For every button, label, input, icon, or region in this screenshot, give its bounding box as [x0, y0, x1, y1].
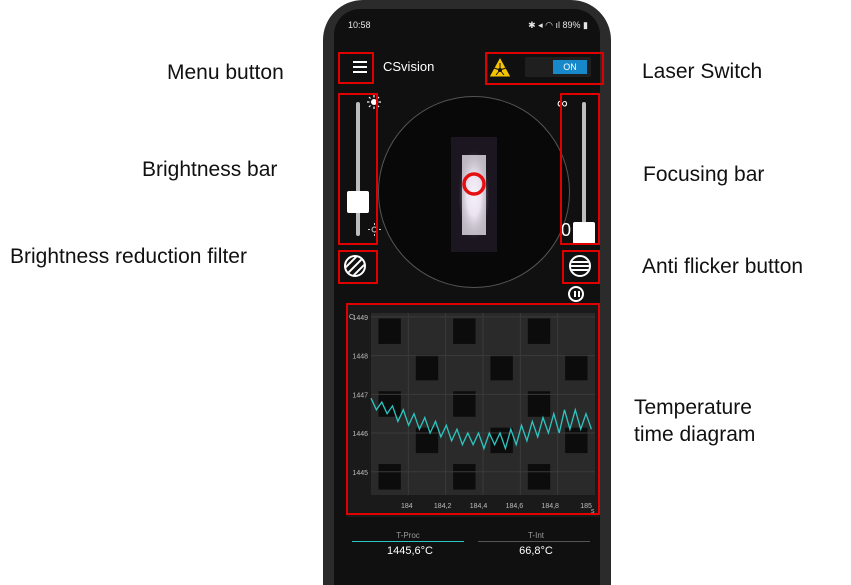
pause-button[interactable] — [568, 286, 584, 302]
signal-icon: ✱ ◂ ◠ ıl — [528, 20, 560, 30]
status-icons: ✱ ◂ ◠ ıl 89% ▮ — [528, 20, 588, 31]
camera-image — [451, 137, 497, 252]
battery-icon: ▮ — [583, 20, 588, 30]
callout-temperature-line2: time diagram — [634, 423, 756, 446]
callout-box-filter — [338, 250, 378, 284]
callout-box-laser — [485, 52, 604, 85]
readout-label-int: T-Int — [527, 531, 544, 540]
callout-box-focus — [560, 93, 600, 245]
callout-brightness-bar: Brightness bar — [142, 158, 278, 181]
callout-box-chart — [346, 303, 600, 515]
callout-box-flicker — [562, 250, 600, 284]
battery-level: 89% — [562, 20, 581, 30]
readout-proc-underline — [352, 541, 464, 542]
callout-anti-flicker: Anti flicker button — [642, 255, 804, 278]
readout-int-underline — [478, 541, 590, 542]
callout-temperature-line1: Temperature — [634, 396, 752, 419]
callout-laser-switch: Laser Switch — [642, 60, 763, 83]
callout-menu-button: Menu button — [167, 61, 284, 84]
callout-box-menu — [338, 52, 374, 84]
app-title: CSvision — [383, 59, 435, 74]
callout-brightness-filter: Brightness reduction filter — [10, 245, 247, 268]
callout-box-brightness — [338, 93, 378, 245]
readout-label-proc: T-Proc — [396, 531, 420, 540]
status-time: 10:58 — [348, 20, 371, 30]
readout-value-proc: 1445,6°C — [387, 545, 433, 557]
readout-value-int: 66,8°C — [519, 545, 553, 557]
camera-viewfinder — [378, 96, 570, 288]
callout-focusing-bar: Focusing bar — [643, 163, 765, 186]
